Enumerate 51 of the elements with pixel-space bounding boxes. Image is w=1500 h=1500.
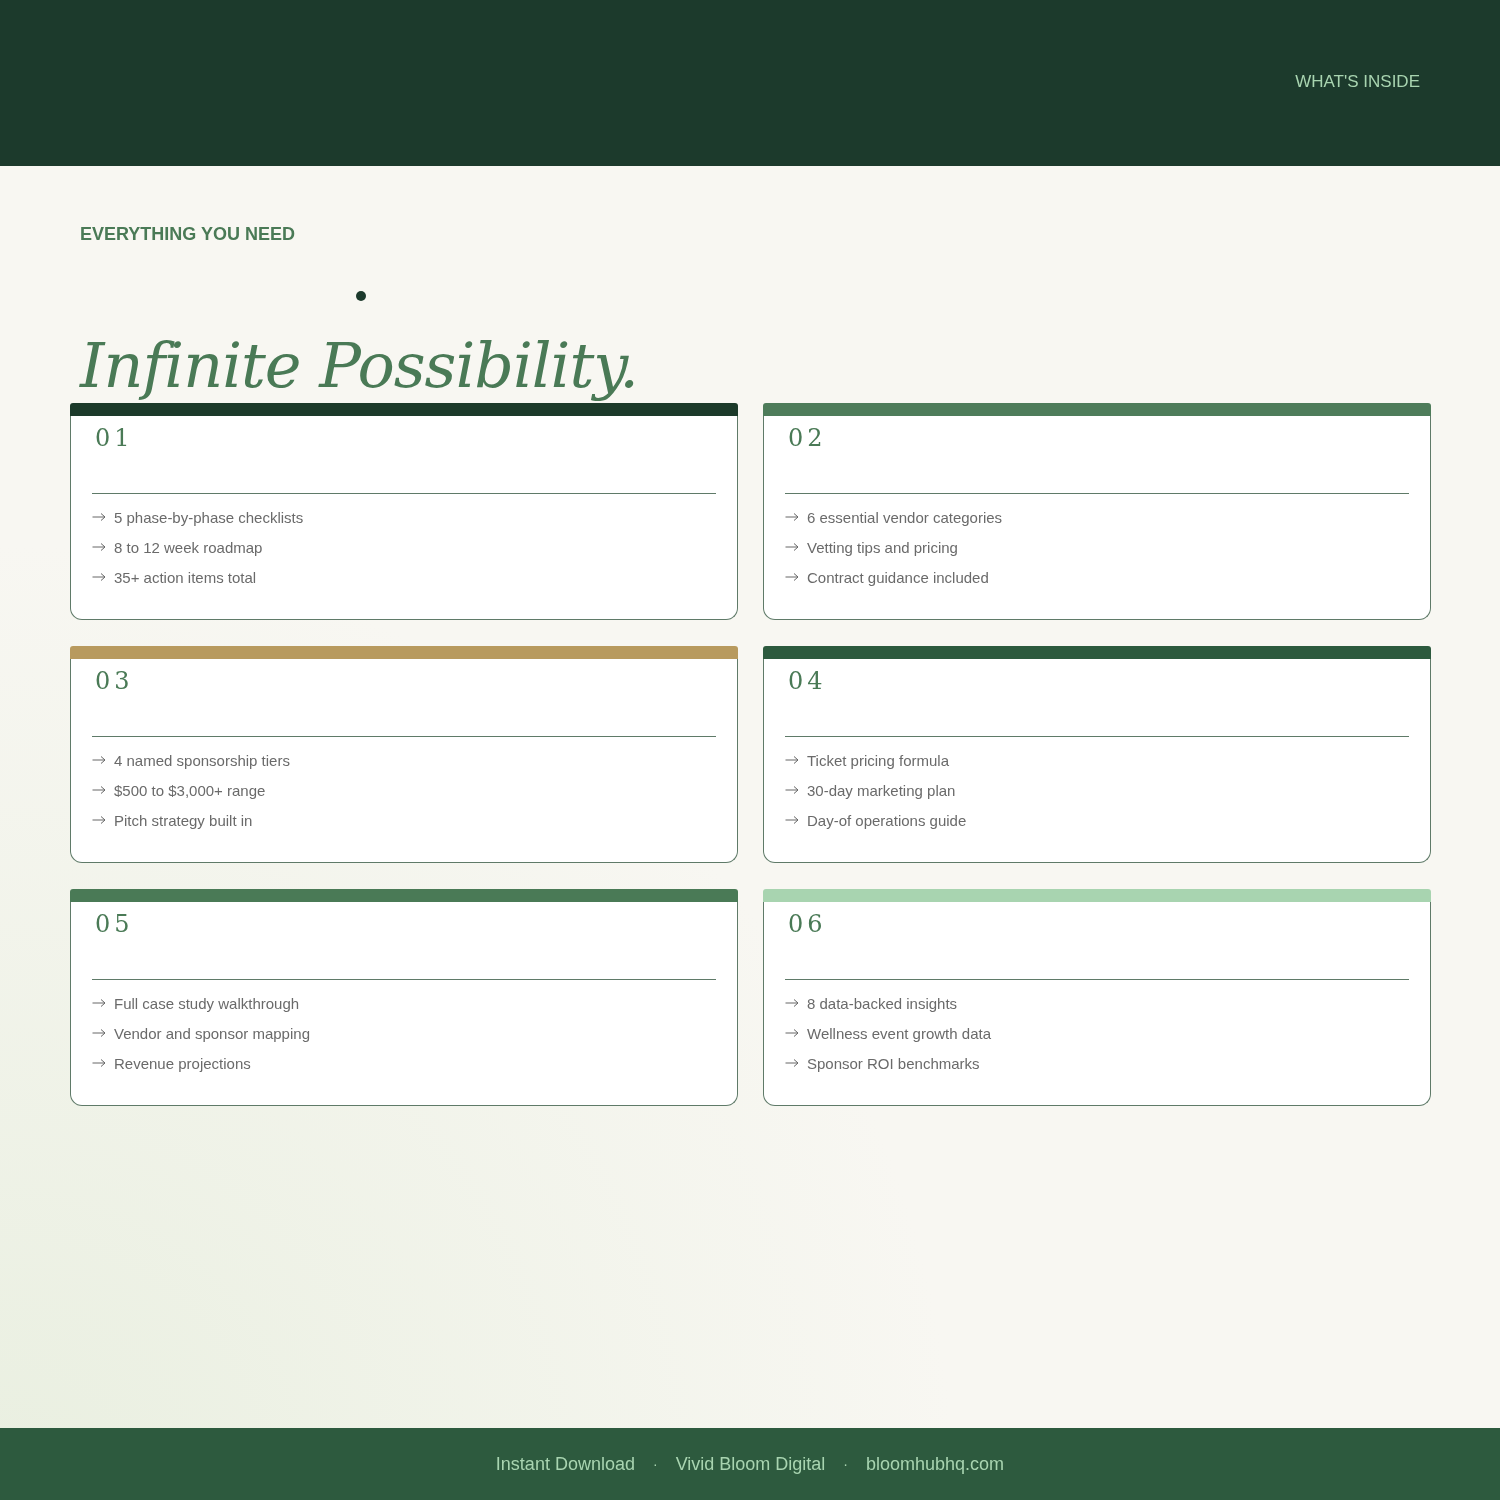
arrow-icon bbox=[785, 755, 799, 765]
arrow-icon bbox=[92, 1028, 106, 1038]
feature-text: Vendor and sponsor mapping bbox=[114, 1024, 310, 1042]
feature-text: 8 data-backed insights bbox=[807, 994, 958, 1012]
dot-mark bbox=[356, 291, 366, 301]
arrow-icon bbox=[92, 572, 106, 582]
footer-text: bloomhubhq.com bbox=[866, 1453, 1005, 1475]
footer-text: Vivid Bloom Digital bbox=[675, 1453, 826, 1475]
separator-dot: · bbox=[843, 1456, 849, 1472]
feature-text: Day-of operations guide bbox=[807, 811, 967, 829]
feature-text: 8 to 12 week roadmap bbox=[114, 538, 263, 556]
arrow-icon bbox=[92, 998, 106, 1008]
eyebrow-text: EVERYTHING YOU NEED bbox=[80, 224, 297, 245]
feature-text: Ticket pricing formula bbox=[807, 751, 949, 769]
feature-text: 5 phase-by-phase checklists bbox=[114, 508, 304, 526]
card-number: 05 bbox=[95, 910, 135, 940]
feature-text: Vetting tips and pricing bbox=[807, 538, 958, 556]
feature-text: $500 to $3,000+ range bbox=[114, 781, 266, 799]
feature-text: 30-day marketing plan bbox=[807, 781, 956, 799]
feature-text: Revenue projections bbox=[114, 1054, 251, 1072]
card-number: 02 bbox=[788, 424, 828, 454]
arrow-icon bbox=[92, 815, 106, 825]
arrow-icon bbox=[785, 512, 799, 522]
headline: Infinite Possibility. bbox=[80, 328, 639, 404]
feature-text: Wellness event growth data bbox=[807, 1024, 991, 1042]
card-number: 03 bbox=[95, 667, 135, 697]
arrow-icon bbox=[785, 815, 799, 825]
card-number: 04 bbox=[788, 667, 828, 697]
arrow-icon bbox=[785, 1058, 799, 1068]
arrow-icon bbox=[92, 1058, 106, 1068]
arrow-icon bbox=[92, 785, 106, 795]
card-number: 01 bbox=[95, 424, 135, 454]
arrow-icon bbox=[785, 572, 799, 582]
arrow-icon bbox=[92, 755, 106, 765]
feature-text: Sponsor ROI benchmarks bbox=[807, 1054, 980, 1072]
arrow-icon bbox=[92, 512, 106, 522]
arrow-icon bbox=[785, 542, 799, 552]
card-number: 06 bbox=[788, 910, 828, 940]
arrow-icon bbox=[92, 542, 106, 552]
feature-text: 4 named sponsorship tiers bbox=[114, 751, 290, 769]
arrow-icon bbox=[785, 998, 799, 1008]
separator-dot: · bbox=[652, 1456, 658, 1472]
arrow-icon bbox=[785, 785, 799, 795]
feature-text: Full case study walkthrough bbox=[114, 994, 300, 1012]
feature-text: Contract guidance included bbox=[807, 568, 989, 586]
footer-text: Instant Download bbox=[495, 1453, 635, 1475]
feature-text: 6 essential vendor categories bbox=[807, 508, 1003, 526]
arrow-icon bbox=[785, 1028, 799, 1038]
feature-text: 35+ action items total bbox=[114, 568, 257, 586]
nav-label[interactable]: WHAT'S INSIDE bbox=[1295, 72, 1420, 92]
feature-text: Pitch strategy built in bbox=[114, 811, 253, 829]
